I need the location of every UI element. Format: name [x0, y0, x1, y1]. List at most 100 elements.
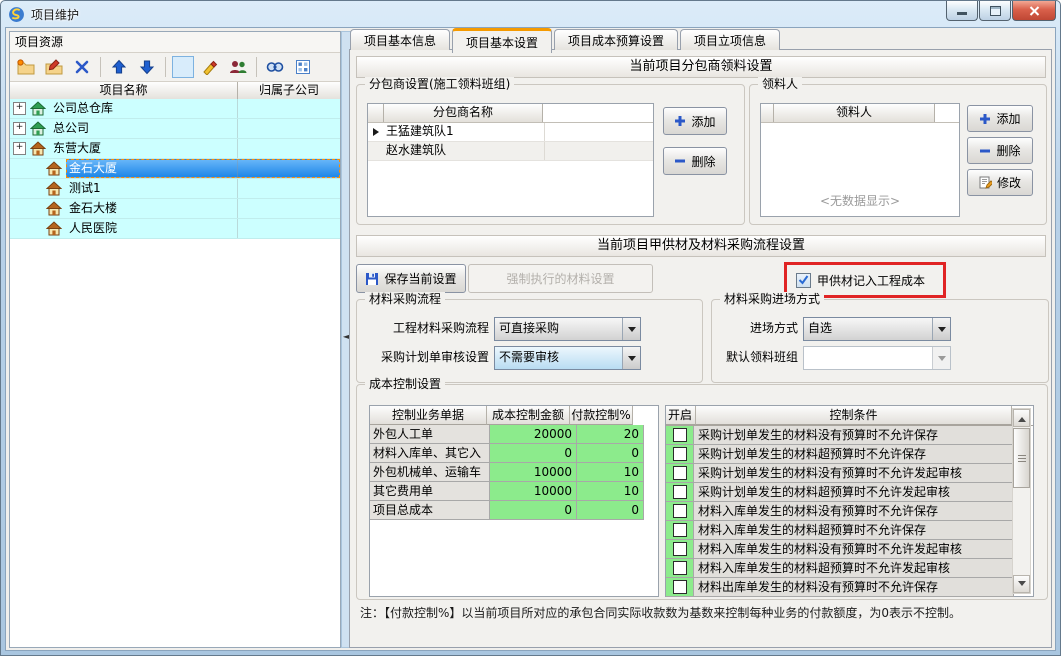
checkbox-unchecked-icon[interactable]: [673, 561, 687, 575]
column-header-sub-company[interactable]: 归属子公司: [238, 82, 340, 100]
payment-control-note: 注：【付款控制%】以当前项目所对应的承包合同实际收款数为基数来控制每种业务的付款…: [360, 604, 961, 621]
payment-pct-cell[interactable]: 10: [577, 463, 644, 482]
tab-label: 项目基本信息: [364, 32, 436, 49]
cost-amount-cell[interactable]: 10000: [490, 482, 577, 501]
column-header-project-name[interactable]: 项目名称: [10, 82, 238, 100]
cost-amount-cell[interactable]: 10000: [490, 463, 577, 482]
condition-row: 采购计划单发生的材料没有预算时不允许发起审核: [666, 464, 1033, 483]
entry-mode-combo[interactable]: 自选: [803, 317, 951, 341]
new-folder-button[interactable]: [14, 55, 38, 79]
enable-checkbox-cell[interactable]: [666, 521, 694, 540]
default-team-combo[interactable]: [803, 346, 951, 370]
window-title: 项目维护: [31, 6, 79, 23]
tree-item-label: 人民医院: [66, 219, 340, 238]
condition-table-scrollbar[interactable]: [1012, 408, 1031, 594]
checkbox-unchecked-icon[interactable]: [673, 504, 687, 518]
payment-pct-cell[interactable]: 0: [577, 501, 644, 520]
plus-icon: [674, 115, 686, 127]
cost-amount-cell[interactable]: 20000: [490, 425, 577, 444]
plan-audit-label: 采购计划单审核设置: [363, 349, 489, 365]
move-down-button[interactable]: [135, 55, 159, 79]
checkbox-unchecked-icon[interactable]: [673, 523, 687, 537]
save-settings-button[interactable]: 保存当前设置: [356, 264, 466, 293]
enable-checkbox-cell[interactable]: [666, 464, 694, 483]
enable-checkbox-cell[interactable]: [666, 426, 694, 445]
grid-settings-button[interactable]: [291, 55, 315, 79]
checkbox-unchecked-icon[interactable]: [673, 447, 687, 461]
minimize-button[interactable]: [946, 1, 978, 21]
delete-node-button[interactable]: [70, 55, 94, 79]
edit-folder-button[interactable]: [42, 55, 66, 79]
cost-row: 外包人工单 20000 20: [370, 425, 658, 444]
add-subcontractor-button[interactable]: 添加: [663, 107, 727, 135]
checkbox-unchecked-icon[interactable]: [673, 428, 687, 442]
chevron-down-icon[interactable]: [622, 318, 640, 340]
section-header-picking: 当前项目分包商领料设置: [356, 56, 1046, 78]
subcontractor-name: 赵水建筑队: [383, 142, 545, 160]
tab-label: 项目立项信息: [694, 32, 766, 49]
checkbox-unchecked-icon[interactable]: [673, 466, 687, 480]
tree-item[interactable]: 人民医院: [10, 219, 340, 239]
tree-item-label: 金石大楼: [66, 199, 340, 218]
delete-subcontractor-button[interactable]: 删除: [663, 147, 727, 175]
enable-checkbox-cell[interactable]: [666, 540, 694, 559]
tab[interactable]: 项目基本设置: [452, 28, 552, 53]
condition-row: 材料入库单发生的材料没有预算时不允许发起审核: [666, 540, 1033, 559]
tree-item[interactable]: + 公司总仓库: [10, 99, 340, 119]
checkbox-unchecked-icon[interactable]: [673, 580, 687, 594]
expand-icon[interactable]: +: [13, 142, 26, 155]
modify-picker-button[interactable]: 修改: [967, 169, 1033, 196]
tab[interactable]: 项目成本预算设置: [554, 29, 678, 50]
close-button[interactable]: [1012, 1, 1056, 21]
enable-checkbox-cell[interactable]: [666, 502, 694, 521]
enable-checkbox-cell[interactable]: [666, 578, 694, 597]
chevron-down-icon[interactable]: [622, 347, 640, 369]
tree-item[interactable]: + 东营大厦: [10, 139, 340, 159]
cost-amount-cell[interactable]: 0: [490, 444, 577, 463]
enable-checkbox-cell[interactable]: [666, 445, 694, 464]
condition-text: 材料入库单发生的材料没有预算时不允许发起审核: [694, 540, 1014, 559]
house-icon: [30, 121, 47, 136]
enable-checkbox-cell[interactable]: [666, 483, 694, 502]
scroll-up-button[interactable]: [1013, 409, 1030, 427]
checkbox-unchecked-icon[interactable]: [673, 542, 687, 556]
scroll-down-button[interactable]: [1013, 575, 1030, 593]
toolbar-separator: [100, 57, 101, 77]
payment-pct-cell[interactable]: 20: [577, 425, 644, 444]
color-box-button[interactable]: [172, 56, 194, 78]
subcontractor-row[interactable]: 赵水建筑队: [368, 142, 653, 161]
payment-pct-cell[interactable]: 0: [577, 444, 644, 463]
payment-pct-cell[interactable]: 10: [577, 482, 644, 501]
scrollbar-thumb[interactable]: [1013, 428, 1030, 488]
owner-material-checkbox[interactable]: [796, 273, 811, 288]
add-picker-button[interactable]: 添加: [967, 105, 1033, 132]
cost-amount-cell[interactable]: 0: [490, 501, 577, 520]
column-header-enable: 开启: [666, 406, 696, 425]
eraser-button[interactable]: [198, 55, 222, 79]
tree-item[interactable]: 金石大厦: [10, 159, 340, 179]
owner-material-checkbox-label[interactable]: 甲供材记入工程成本: [817, 272, 925, 289]
expand-icon[interactable]: +: [13, 122, 26, 135]
enable-checkbox-cell[interactable]: [666, 559, 694, 578]
tab[interactable]: 项目基本信息: [350, 29, 450, 50]
subcontractor-row[interactable]: 王猛建筑队1: [368, 123, 653, 142]
plan-audit-combo[interactable]: 不需要审核: [494, 346, 641, 370]
checkbox-unchecked-icon[interactable]: [673, 485, 687, 499]
tree-item[interactable]: + 总公司: [10, 119, 340, 139]
delete-picker-button[interactable]: 删除: [967, 137, 1033, 164]
arrow-down-icon: [1018, 581, 1026, 590]
move-up-button[interactable]: [107, 55, 131, 79]
tab[interactable]: 项目立项信息: [680, 29, 780, 50]
users-button[interactable]: [226, 55, 250, 79]
cost-rows: 外包人工单 20000 20 材料入库单、其它入 0 0: [370, 425, 658, 520]
group-title: 分包商设置(施工领料班组): [365, 77, 514, 92]
chevron-down-icon[interactable]: [932, 318, 950, 340]
picker-group: 领料人 领料人 <无数据显示> 添加 删除: [749, 84, 1047, 225]
find-button[interactable]: [263, 55, 287, 79]
restore-button[interactable]: [979, 1, 1011, 21]
material-flow-combo[interactable]: 可直接采购: [494, 317, 641, 341]
tree-item[interactable]: 金石大楼: [10, 199, 340, 219]
tree-item[interactable]: 测试1: [10, 179, 340, 199]
force-material-settings-button[interactable]: 强制执行的材料设置: [468, 264, 653, 293]
expand-icon[interactable]: +: [13, 102, 26, 115]
